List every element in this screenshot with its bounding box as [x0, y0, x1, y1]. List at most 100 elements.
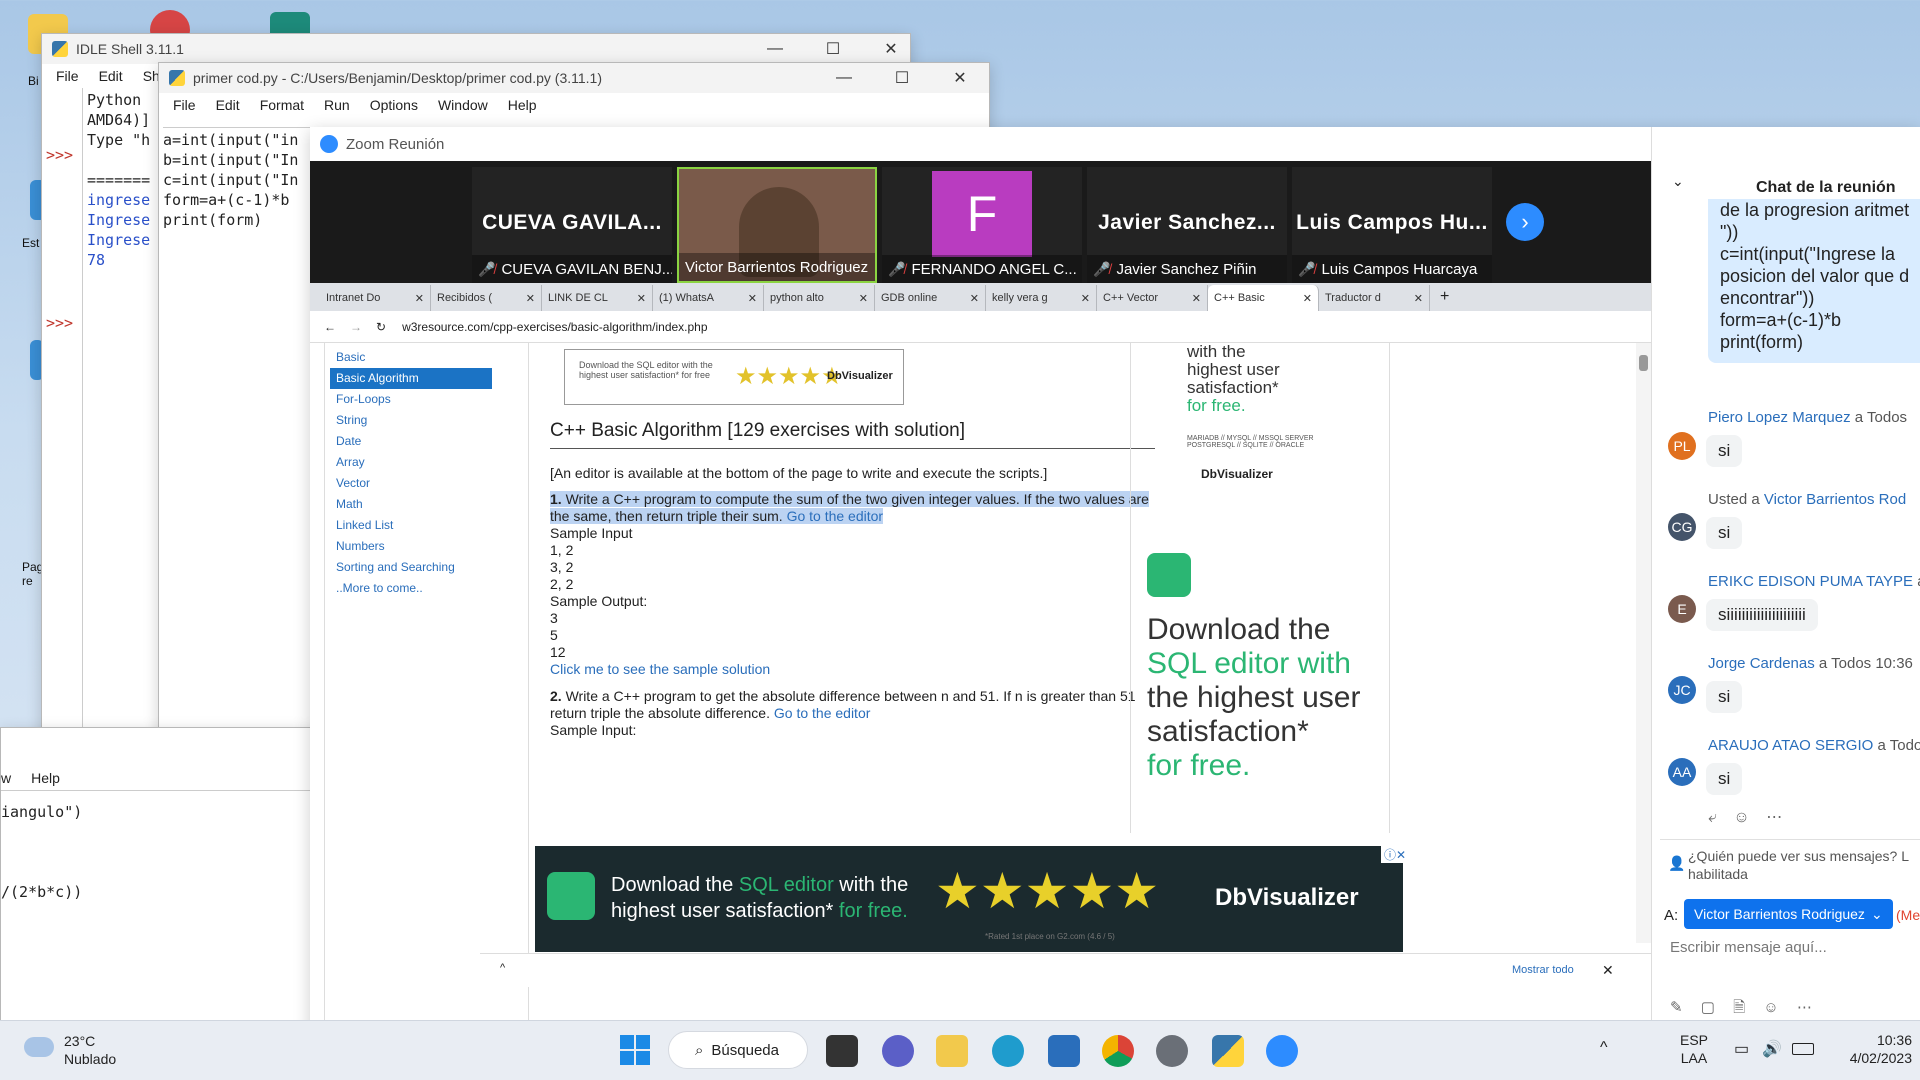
- menu-edit[interactable]: Edit: [89, 68, 133, 84]
- participant-name: Victor Barrientos Rodriguez: [679, 253, 875, 281]
- sidebar-item[interactable]: Math: [330, 494, 492, 515]
- participant-tile[interactable]: Javier Sanchez... 🎤̸ Javier Sanchez Piñin: [1087, 167, 1287, 283]
- search-box[interactable]: ⌕ Búsqueda: [668, 1031, 808, 1069]
- language-indicator[interactable]: ESP LAA: [1680, 1031, 1708, 1067]
- format-icon[interactable]: ✎: [1670, 999, 1683, 1016]
- menu-edit[interactable]: Edit: [206, 97, 250, 113]
- store-icon[interactable]: [1048, 1035, 1080, 1067]
- reload-icon[interactable]: ↻: [376, 320, 386, 334]
- chevron-up-icon[interactable]: ^: [1600, 1039, 1608, 1057]
- browser-tab[interactable]: (1) WhatsA ✕: [653, 285, 764, 311]
- privacy-icon: 👤: [1668, 855, 1686, 871]
- participant-name: 🎤̸ CUEVA GAVILAN BENJ...: [472, 255, 672, 283]
- sample-output-label: Sample Output:: [550, 593, 648, 609]
- sidebar-item[interactable]: Sorting and Searching: [330, 557, 492, 578]
- zoom-window[interactable]: Zoom Reunión CUEVA GAVILA... 🎤̸ CUEVA GAV…: [310, 127, 1920, 1080]
- menu-format[interactable]: Format: [250, 97, 314, 113]
- browser-tab[interactable]: Recibidos (✕: [431, 285, 542, 311]
- reply-icon[interactable]: ⤶: [1708, 809, 1717, 826]
- menu-options[interactable]: Options: [360, 97, 428, 113]
- network-icon[interactable]: ▭: [1734, 1039, 1749, 1059]
- sidebar-item[interactable]: For-Loops: [330, 389, 492, 410]
- browser-tab[interactable]: Intranet Do ✕: [320, 285, 431, 311]
- weather-icon[interactable]: [24, 1037, 54, 1057]
- file-icon[interactable]: 🗎: [1733, 999, 1745, 1016]
- file-explorer-icon[interactable]: [936, 1035, 968, 1067]
- browser-tab[interactable]: kelly vera g ✕: [986, 285, 1097, 311]
- browser-tab[interactable]: GDB online ✕: [875, 285, 986, 311]
- more-icon[interactable]: ⋯: [1797, 999, 1812, 1016]
- maximize-button[interactable]: ☐: [873, 63, 931, 93]
- sidebar-item[interactable]: ..More to come..: [330, 578, 492, 599]
- browser-tab[interactable]: Traductor d ✕: [1319, 285, 1430, 311]
- forward-icon[interactable]: →: [350, 320, 362, 334]
- participant-tile[interactable]: CUEVA GAVILA... 🎤̸ CUEVA GAVILAN BENJ...: [472, 167, 672, 283]
- participant-tile[interactable]: Luis Campos Hu... 🎤̸ Luis Campos Huarcaya: [1292, 167, 1492, 283]
- chevron-up-icon[interactable]: ^: [500, 962, 505, 974]
- participant-tile[interactable]: F 🎤̸ FERNANDO ANGEL C...: [882, 167, 1082, 283]
- close-icon[interactable]: ✕: [1602, 962, 1614, 979]
- sidebar-item[interactable]: Array: [330, 452, 492, 473]
- go-to-editor-link[interactable]: Go to the editor: [787, 508, 884, 524]
- next-page-button[interactable]: ›: [1506, 203, 1544, 241]
- recipient-dropdown[interactable]: Victor Barrientos Rodriguez ⌄: [1684, 899, 1893, 929]
- sidebar-item-active[interactable]: Basic Algorithm: [330, 368, 492, 389]
- browser-tab[interactable]: python alto ✕: [764, 285, 875, 311]
- edge-icon[interactable]: [992, 1035, 1024, 1067]
- show-all-button[interactable]: Mostrar todo: [1512, 964, 1574, 976]
- screenshot-icon[interactable]: ▢: [1701, 999, 1715, 1016]
- new-tab-button[interactable]: +: [1430, 285, 1459, 311]
- browser-tab[interactable]: LINK DE CL ✕: [542, 285, 653, 311]
- menu-run[interactable]: Run: [314, 97, 360, 113]
- battery-icon[interactable]: [1792, 1043, 1814, 1055]
- url-field[interactable]: w3resource.com/cpp-exercises/basic-algor…: [402, 320, 707, 334]
- browser-tab[interactable]: C++ Vector ✕: [1097, 285, 1208, 311]
- teams-icon[interactable]: [882, 1035, 914, 1067]
- participant-tile-video[interactable]: Victor Barrientos Rodriguez: [677, 167, 877, 283]
- menu-help[interactable]: Help: [498, 97, 547, 113]
- menu-help[interactable]: Help: [21, 770, 70, 786]
- sidebar-item[interactable]: Vector: [330, 473, 492, 494]
- go-to-editor-link[interactable]: Go to the editor: [774, 705, 871, 721]
- page-scrollbar[interactable]: [1636, 343, 1651, 943]
- ad-logo-icon: [547, 872, 595, 920]
- task-view-icon[interactable]: [826, 1035, 858, 1067]
- right-ad[interactable]: with the highest user satisfaction* for …: [1130, 343, 1390, 833]
- chrome-icon[interactable]: [1102, 1035, 1134, 1067]
- volume-icon[interactable]: 🔊: [1762, 1039, 1782, 1059]
- menu-window[interactable]: Window: [428, 97, 498, 113]
- sidebar-item[interactable]: String: [330, 410, 492, 431]
- menu-bar: File Edit Format Run Options Window Help: [159, 93, 989, 117]
- close-button[interactable]: ✕: [862, 34, 910, 64]
- emoji-icon[interactable]: ☺: [1733, 809, 1749, 826]
- sidebar-item[interactable]: Basic: [330, 347, 492, 368]
- browser-tab-active[interactable]: C++ Basic ✕: [1208, 285, 1319, 311]
- message-input[interactable]: Escribir mensaje aquí...: [1670, 939, 1827, 956]
- message-bubble: si: [1706, 517, 1743, 549]
- minimize-button[interactable]: —: [746, 34, 804, 64]
- python-idle-icon[interactable]: [1212, 1035, 1244, 1067]
- windows-start-icon[interactable]: [620, 1035, 650, 1065]
- back-icon[interactable]: ←: [324, 320, 336, 334]
- menu-window[interactable]: w: [1, 770, 21, 786]
- desktop-label: Bi: [28, 74, 39, 88]
- close-button[interactable]: ✕: [931, 63, 989, 93]
- maximize-button[interactable]: ☐: [804, 34, 862, 64]
- zoom-icon[interactable]: [1266, 1035, 1298, 1067]
- chevron-down-icon[interactable]: ⌄: [1672, 173, 1684, 190]
- sidebar-item[interactable]: Linked List: [330, 515, 492, 536]
- ad-close-icon[interactable]: ⓘ✕: [1381, 846, 1410, 863]
- more-icon[interactable]: ⋯: [1766, 809, 1782, 826]
- ad-banner-bottom[interactable]: Download the SQL editor with the highest…: [535, 846, 1410, 952]
- menu-file[interactable]: File: [46, 68, 89, 84]
- clock[interactable]: 10:36 4/02/2023: [1840, 1031, 1912, 1067]
- emoji-icon[interactable]: ☺: [1763, 999, 1778, 1016]
- settings-icon[interactable]: [1156, 1035, 1188, 1067]
- minimize-button[interactable]: —: [815, 63, 873, 93]
- web-page: Basic Basic Algorithm For-Loops String D…: [310, 343, 1651, 1080]
- sidebar-item[interactable]: Numbers: [330, 536, 492, 557]
- sidebar-item[interactable]: Date: [330, 431, 492, 452]
- menu-file[interactable]: File: [163, 97, 206, 113]
- ad-banner-top[interactable]: Download the SQL editor with the highest…: [564, 349, 904, 405]
- sample-solution-link[interactable]: Click me to see the sample solution: [550, 661, 1155, 678]
